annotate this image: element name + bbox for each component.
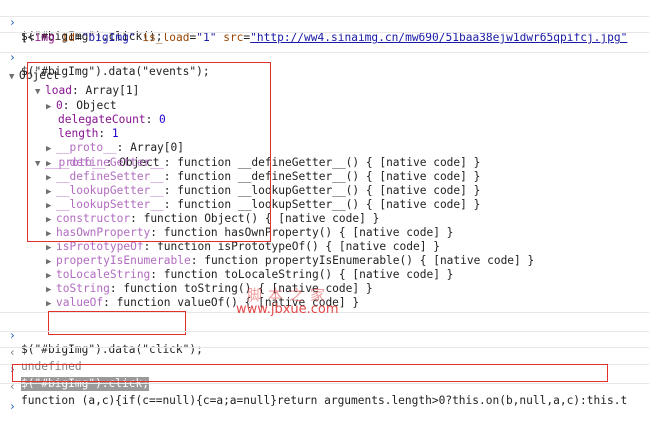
console-command-2: › $("#bigImg").data("events"); (9, 51, 210, 78)
tree-member-row[interactable]: ▶ toLocaleString: function toLocaleString… (0, 268, 649, 282)
separator (0, 383, 649, 384)
collapse-triangle-icon[interactable]: ▶ (46, 297, 56, 311)
annotation-box-function (12, 364, 608, 382)
tree-member-row[interactable]: ▶ isPrototypeOf: function isPrototypeOf()… (0, 240, 649, 254)
watermark-url: www.jbxue.com (236, 302, 339, 317)
console-output-1[interactable]: [<img id="bigImg" is_load="1" src="http:… (0, 17, 649, 44)
collapse-triangle-icon[interactable]: ▶ (46, 255, 56, 269)
collapse-triangle-icon[interactable]: ▶ (46, 269, 56, 283)
separator (0, 52, 649, 53)
console-input-line[interactable]: › (0, 386, 649, 413)
separator (0, 32, 649, 33)
prompt-icon: › (9, 400, 16, 413)
console-command-1: › $("#bigImg").click(); (9, 16, 163, 43)
tree-member-row[interactable]: ▶ propertyIsEnumerable: function property… (0, 254, 649, 268)
separator (0, 347, 649, 348)
annotation-box-events (27, 62, 271, 242)
collapse-triangle-icon[interactable]: ▶ (46, 241, 56, 255)
console-command-4: › $("#bigImg").click; (9, 363, 149, 391)
console-output-undefined: ‹ undefined (9, 346, 82, 373)
collapse-triangle-icon[interactable]: ▶ (46, 283, 56, 297)
